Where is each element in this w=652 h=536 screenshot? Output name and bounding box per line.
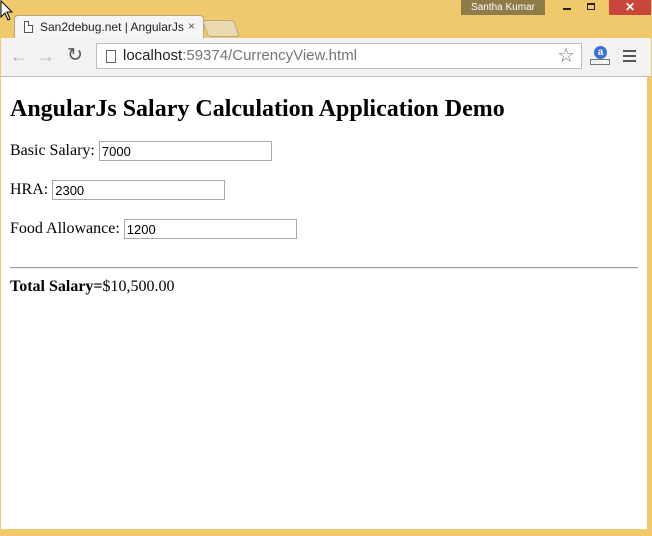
- tab-close-icon[interactable]: ×: [188, 19, 195, 33]
- extension-letter: a: [594, 46, 607, 59]
- minimize-icon: [563, 8, 571, 10]
- url-path: :59374/CurrencyView.html: [182, 47, 358, 64]
- hra-row: HRA:: [10, 180, 226, 200]
- food-allowance-label: Food Allowance:: [10, 220, 120, 237]
- extension-base: [590, 59, 610, 65]
- page-title: AngularJs Salary Calculation Application…: [10, 96, 505, 122]
- page-content: AngularJs Salary Calculation Application…: [1, 77, 647, 529]
- page-icon: [24, 21, 33, 33]
- close-window-button[interactable]: ✕: [609, 0, 651, 15]
- profile-badge[interactable]: Santha Kumar: [461, 0, 545, 15]
- tab-title: San2debug.net | AngularJs: [40, 20, 184, 34]
- page-icon: [106, 50, 116, 63]
- browser-window: Santha Kumar ✕ San2debug.net | AngularJs…: [0, 0, 652, 536]
- new-tab-button[interactable]: [201, 20, 241, 37]
- extension-icon[interactable]: a: [590, 46, 610, 66]
- address-bar[interactable]: localhost:59374/CurrencyView.html ☆: [96, 43, 582, 69]
- url-text[interactable]: localhost:59374/CurrencyView.html: [123, 47, 357, 64]
- basic-salary-input[interactable]: [98, 141, 272, 161]
- basic-salary-label: Basic Salary:: [10, 142, 95, 159]
- bookmark-star-icon[interactable]: ☆: [557, 45, 575, 67]
- back-arrow-icon[interactable]: ←: [10, 47, 28, 65]
- basic-salary-row: Basic Salary:: [10, 141, 272, 161]
- url-host: localhost: [123, 47, 183, 64]
- forward-arrow-icon[interactable]: →: [37, 47, 55, 65]
- food-allowance-row: Food Allowance:: [10, 219, 297, 239]
- hra-label: HRA:: [10, 181, 49, 198]
- total-salary-value: $10,500.00: [102, 278, 175, 295]
- tab-active[interactable]: San2debug.net | AngularJs ×: [14, 15, 204, 39]
- total-salary-label: Total Salary=: [10, 278, 103, 295]
- browser-toolbar: ← → ↻ localhost:59374/CurrencyView.html …: [1, 38, 651, 77]
- maximize-icon: [587, 3, 595, 10]
- total-salary: Total Salary=$10,500.00: [10, 278, 175, 296]
- minimize-button[interactable]: [556, 0, 578, 15]
- hamburger-menu-icon[interactable]: [623, 50, 636, 65]
- food-allowance-input[interactable]: [123, 219, 297, 239]
- maximize-button[interactable]: [581, 0, 603, 15]
- hra-input[interactable]: [52, 180, 226, 200]
- mouse-cursor-icon: [0, 0, 14, 21]
- divider: [10, 267, 638, 269]
- reload-icon[interactable]: ↻: [67, 46, 83, 65]
